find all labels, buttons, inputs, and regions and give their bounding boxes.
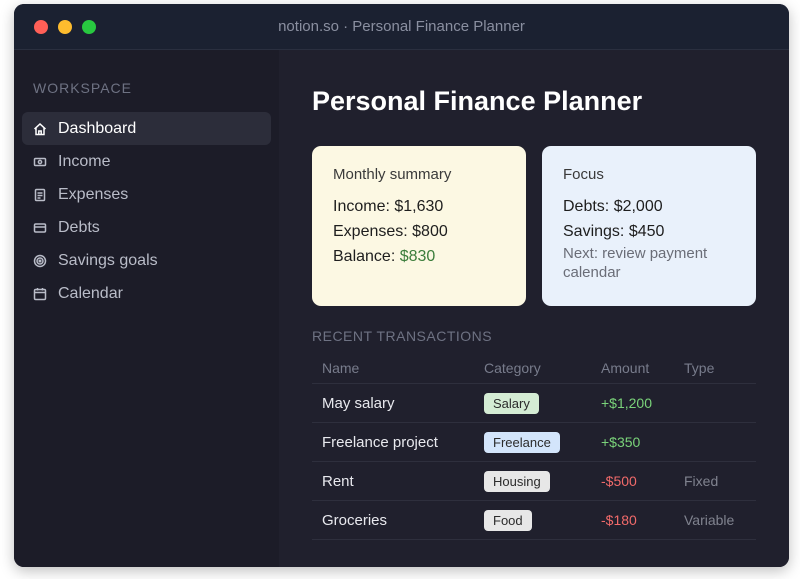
category-tag[interactable]: Food [484,509,532,531]
column-header-type[interactable]: Type [684,352,714,383]
category-tag[interactable]: Freelance [484,431,560,453]
app-window: notion.so · Personal Finance Planner WOR… [14,4,789,567]
sidebar-item-label: Debts [58,218,100,236]
transaction-name: Groceries [322,511,388,529]
summary-balance: Balance: $830 [333,244,505,269]
column-header-amount[interactable]: Amount [601,352,649,383]
sidebar-item-debts[interactable]: Debts [22,211,271,244]
window-title: notion.so · Personal Finance Planner [278,18,525,35]
category-tag[interactable]: Salary [484,392,539,414]
sidebar-nav: Dashboard Income Expenses Debts Savings … [22,112,271,310]
table-header-row: Name Category Amount Type [312,352,756,384]
receipt-icon [33,188,47,202]
cash-icon [33,155,47,169]
table-row[interactable]: Freelance project Freelance +$350 [312,423,756,462]
page-title: Personal Finance Planner [312,86,643,116]
focus-note: Next: review payment calendar [563,245,708,281]
transactions-table: Name Category Amount Type May salary Sal… [312,352,756,540]
title-bar: notion.so · Personal Finance Planner [14,4,789,50]
table-row[interactable]: Rent Housing -$500 Fixed [312,462,756,501]
table-row[interactable]: May salary Salary +$1,200 [312,384,756,423]
transaction-amount: -$500 [601,473,637,489]
category-tag[interactable]: Housing [484,470,550,492]
focus-card-heading: Focus [563,166,604,183]
transaction-amount: +$350 [601,434,641,450]
calendar-icon [33,287,47,301]
sidebar-item-calendar[interactable]: Calendar [22,277,271,310]
transaction-name: Freelance project [322,433,438,451]
transaction-type: Fixed [684,473,719,489]
transaction-name: May salary [322,394,395,412]
home-icon [33,122,47,136]
transaction-name: Rent [322,472,354,490]
table-row[interactable]: Groceries Food -$180 Variable [312,501,756,540]
credit-card-icon [33,221,47,235]
sidebar-item-label: Dashboard [58,119,137,137]
sidebar-item-label: Income [58,152,111,170]
summary-card-heading: Monthly summary [333,166,452,183]
transaction-amount: -$180 [601,512,637,528]
target-icon [33,254,47,268]
recent-transactions-label: RECENT TRANSACTIONS [312,328,493,344]
category-cell: Food [484,501,532,539]
sidebar-item-expenses[interactable]: Expenses [22,178,271,211]
main-content: Personal Finance Planner Monthly summary… [279,50,789,567]
category-cell: Salary [484,384,539,422]
sidebar-item-label: Savings goals [58,251,158,269]
sidebar-item-savings-goals[interactable]: Savings goals [22,244,271,277]
transaction-amount: +$1,200 [601,395,652,411]
transaction-type: Variable [684,512,735,528]
sidebar-item-label: Expenses [58,185,129,203]
monthly-summary-card[interactable]: Monthly summary Income: $1,630 Expenses:… [312,146,526,306]
sidebar-item-income[interactable]: Income [22,145,271,178]
sidebar: WORKSPACE Dashboard Income Expenses Debt… [14,50,279,567]
summary-income: Income: $1,630 [333,198,444,215]
column-header-name[interactable]: Name [322,352,359,383]
focus-debts: Debts: $2,000 [563,198,663,215]
sidebar-item-label: Calendar [58,284,123,302]
focus-card[interactable]: Focus Debts: $2,000 Savings: $450 Next: … [542,146,756,306]
category-cell: Housing [484,462,550,500]
category-cell: Freelance [484,423,560,461]
workspace-label: WORKSPACE [33,80,132,96]
balance-value: $830 [399,248,436,265]
sidebar-item-dashboard[interactable]: Dashboard [22,112,271,145]
focus-savings: Savings: $450 [563,223,665,240]
balance-label: Balance: [333,248,400,265]
column-header-category[interactable]: Category [484,352,541,383]
summary-expenses: Expenses: $800 [333,223,448,240]
